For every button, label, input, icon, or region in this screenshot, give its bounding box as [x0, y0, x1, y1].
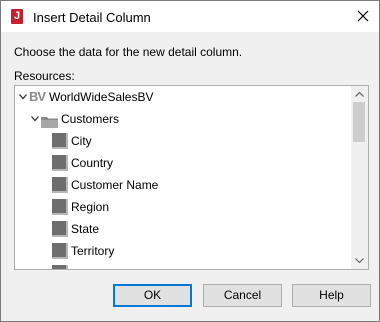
- chevron-down-icon[interactable]: [30, 108, 40, 130]
- tree-node-field[interactable]: State: [15, 218, 350, 240]
- scrollbar-thumb[interactable]: [353, 102, 365, 142]
- tree-node-label: Territory: [71, 244, 115, 258]
- help-button[interactable]: Help: [292, 284, 371, 307]
- scroll-up-button[interactable]: [351, 86, 368, 103]
- cancel-button[interactable]: Cancel: [203, 284, 282, 307]
- close-icon: [357, 10, 369, 22]
- jreport-app-icon: J: [11, 9, 23, 24]
- field-icon: [52, 155, 68, 171]
- tree-node-customers[interactable]: Customers: [15, 108, 350, 130]
- field-icon: [52, 133, 68, 149]
- field-icon: [52, 243, 68, 259]
- ok-button[interactable]: OK: [113, 284, 192, 307]
- tree-node-field[interactable]: Country: [15, 152, 350, 174]
- title-bar: J Insert Detail Column: [1, 1, 379, 32]
- scroll-down-button[interactable]: [351, 252, 368, 269]
- field-icon: [52, 177, 68, 193]
- business-view-icon: BV: [29, 89, 46, 104]
- field-icon: [52, 199, 68, 215]
- chevron-up-icon: [355, 92, 364, 97]
- dialog-title: Insert Detail Column: [33, 10, 151, 25]
- chevron-down-icon[interactable]: [18, 86, 28, 108]
- tree-node-field[interactable]: Customer Name: [15, 174, 350, 196]
- tree-node-label: Customers: [61, 112, 120, 126]
- chevron-down-icon: [355, 258, 364, 263]
- field-icon: [52, 265, 68, 269]
- instruction-text: Choose the data for the new detail colum…: [14, 45, 243, 59]
- tree-node-label: City: [71, 134, 92, 148]
- close-button[interactable]: [347, 1, 379, 32]
- tree-node-field[interactable]: City: [15, 130, 350, 152]
- resources-label: Resources:: [14, 69, 75, 83]
- resources-tree[interactable]: BV WorldWideSalesBV Customers City Count…: [14, 85, 369, 270]
- tree-node-label: WorldWideSalesBV: [49, 90, 154, 104]
- insert-detail-column-dialog: J Insert Detail Column Choose the data f…: [0, 0, 380, 322]
- tree-node-root[interactable]: BV WorldWideSalesBV: [15, 86, 350, 108]
- field-icon: [52, 221, 68, 237]
- tree-node-label: Customer Name: [71, 178, 159, 192]
- tree-node-field[interactable]: Region: [15, 196, 350, 218]
- folder-icon: [41, 113, 58, 128]
- tree-node-field-partial[interactable]: [15, 262, 350, 269]
- tree-node-label: Country: [71, 156, 114, 170]
- tree-node-label: Region: [71, 200, 110, 214]
- tree-node-field[interactable]: Territory: [15, 240, 350, 262]
- vertical-scrollbar[interactable]: [351, 86, 368, 269]
- tree-node-label: State: [71, 222, 100, 236]
